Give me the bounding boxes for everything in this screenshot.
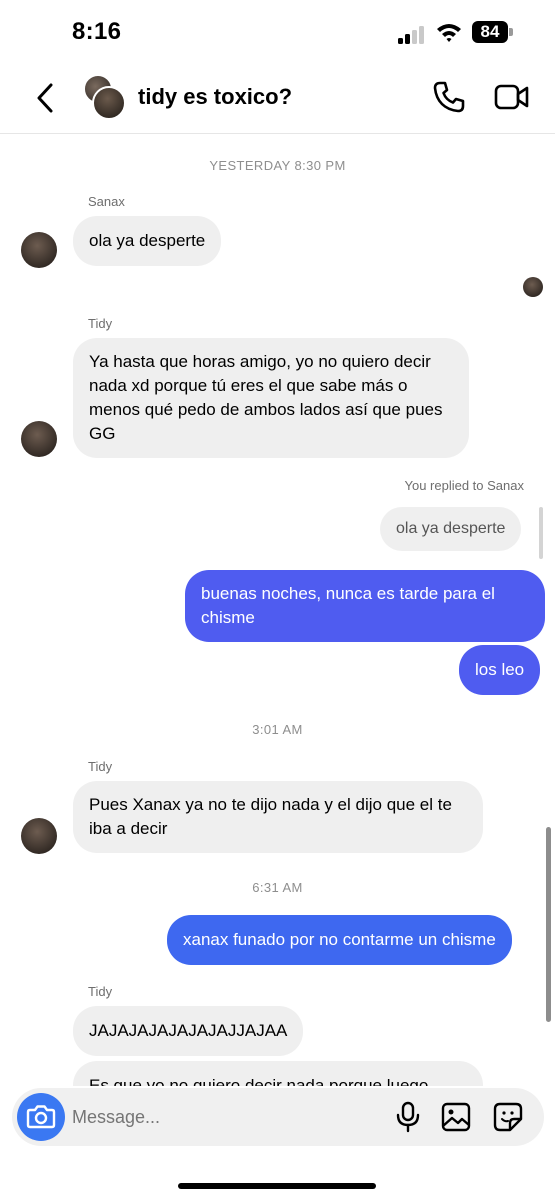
status-bar: 8:16 84 xyxy=(0,0,555,66)
timestamp: 6:31 AM xyxy=(252,880,303,895)
message-bubble-outgoing[interactable]: buenas noches, nunca es tarde para el ch… xyxy=(185,570,545,642)
message-composer xyxy=(12,1088,544,1146)
home-indicator xyxy=(178,1183,376,1189)
message-bubble-outgoing[interactable]: los leo xyxy=(459,645,541,695)
wifi-icon xyxy=(437,24,461,42)
group-avatar[interactable] xyxy=(80,74,128,122)
camera-button[interactable] xyxy=(17,1093,65,1141)
camera-icon xyxy=(26,1105,56,1129)
message-bubble-incoming[interactable]: Pues Xanax ya no te dijo nada y el dijo … xyxy=(73,781,483,853)
sticker-icon[interactable] xyxy=(492,1101,524,1133)
timestamp: YESTERDAY 8:30 PM xyxy=(209,158,346,173)
chat-title[interactable]: tidy es toxico? xyxy=(138,84,292,110)
phone-icon[interactable] xyxy=(432,80,466,114)
message-thread[interactable]: YESTERDAY 8:30 PM Sanax ola ya desperte … xyxy=(0,134,555,1086)
message-bubble-incoming[interactable]: Es que yo no quiero decir nada porque lu… xyxy=(73,1061,483,1086)
reply-label: You replied to Sanax xyxy=(404,478,524,493)
reply-indicator xyxy=(539,507,543,559)
sender-name: Tidy xyxy=(88,759,113,774)
message-input[interactable] xyxy=(72,1088,372,1146)
scrollbar[interactable] xyxy=(546,827,551,1022)
video-camera-icon[interactable] xyxy=(494,82,530,112)
message-bubble-outgoing[interactable]: xanax funado por no contarme un chisme xyxy=(167,915,512,965)
avatar[interactable] xyxy=(21,421,57,457)
reply-quote[interactable]: ola ya desperte xyxy=(380,507,522,551)
microphone-icon[interactable] xyxy=(394,1101,422,1133)
status-time: 8:16 xyxy=(72,18,122,45)
back-chevron-icon[interactable] xyxy=(30,80,62,116)
chat-header: tidy es toxico? xyxy=(0,66,555,134)
sender-name: Sanax xyxy=(88,194,125,209)
cellular-signal-icon xyxy=(398,24,428,44)
battery-level: 84 xyxy=(472,21,508,43)
sender-name: Tidy xyxy=(88,316,113,331)
member-avatar xyxy=(92,86,126,120)
seen-avatar xyxy=(523,277,543,297)
gallery-icon[interactable] xyxy=(440,1101,472,1133)
message-bubble-incoming[interactable]: JAJAJAJAJAJAJAJJAJAA xyxy=(73,1006,304,1056)
avatar[interactable] xyxy=(21,818,57,854)
battery-icon: 84 xyxy=(472,21,514,43)
message-bubble-incoming[interactable]: Ya hasta que horas amigo, yo no quiero d… xyxy=(73,338,469,458)
timestamp: 3:01 AM xyxy=(252,722,303,737)
avatar[interactable] xyxy=(21,232,57,268)
message-bubble-incoming[interactable]: ola ya desperte xyxy=(73,216,222,266)
sender-name: Tidy xyxy=(88,984,113,999)
